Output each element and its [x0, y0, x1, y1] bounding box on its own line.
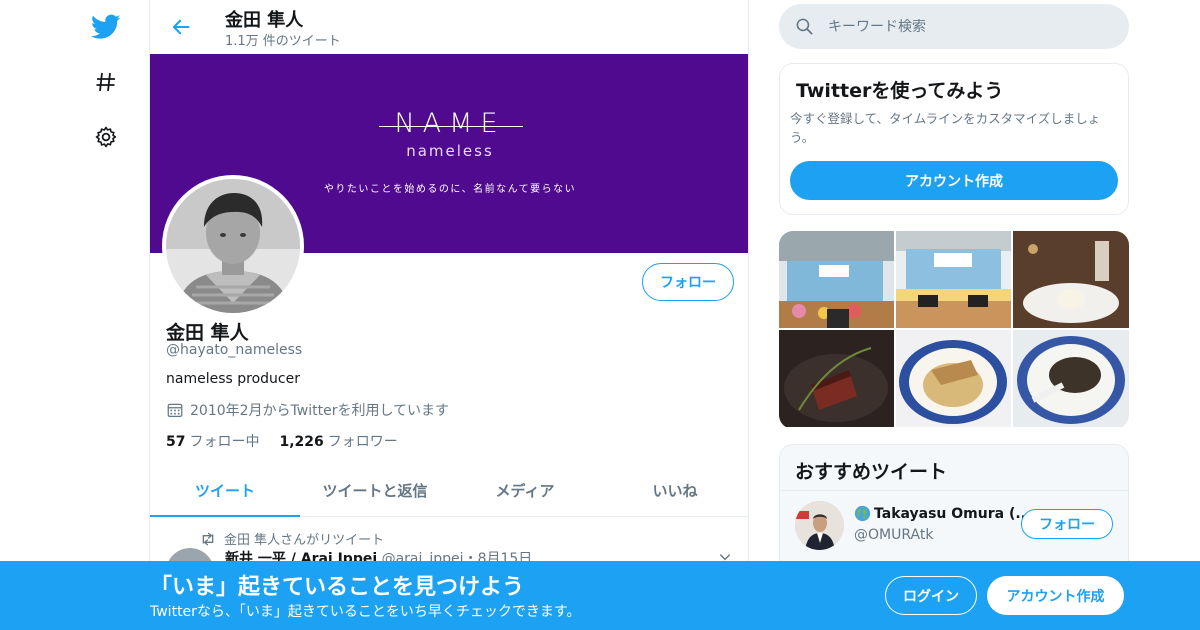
header-profile-name: 金田 隼人: [225, 10, 304, 31]
login-button[interactable]: ログイン: [885, 576, 977, 615]
profile-header-bar: 金田 隼人 1.1万 件のツイート: [150, 0, 748, 54]
following-label: フォロー中: [189, 434, 260, 450]
back-button[interactable]: [166, 12, 196, 42]
tab-media[interactable]: メディア: [450, 465, 600, 516]
followers-link[interactable]: 1,226 フォロワー: [279, 431, 397, 451]
following-link[interactable]: 57 フォロー中: [166, 431, 259, 451]
following-count: 57: [166, 434, 186, 450]
pasta-photo[interactable]: [896, 330, 1011, 427]
event-stage-photo[interactable]: [896, 231, 1011, 328]
recommended-user-name[interactable]: Takayasu Omura (...: [854, 505, 1031, 522]
recommended-user-name-text: Takayasu Omura (...: [874, 505, 1032, 522]
dessert-photo[interactable]: [1013, 231, 1129, 328]
profile-name: 金田 隼人: [166, 322, 249, 344]
hashtag-icon: [96, 72, 115, 92]
media-grid: [779, 231, 1129, 429]
steak-photo[interactable]: [779, 330, 894, 427]
signup-card-title: Twitterを使ってみよう: [796, 80, 1004, 102]
followers-label: フォロワー: [327, 434, 398, 450]
profile-tabs: ツイート ツイートと返信 メディア いいね: [150, 465, 748, 517]
tab-tweets[interactable]: ツイート: [150, 465, 300, 517]
settings-button[interactable]: [86, 117, 126, 157]
profile-photo: [166, 179, 300, 313]
twitter-logo-button[interactable]: [86, 7, 126, 47]
retweet-icon: [202, 532, 214, 545]
recommended-follow-button[interactable]: フォロー: [1021, 509, 1113, 539]
globe-emoji-icon: [854, 505, 871, 522]
recommended-title: おすすめツイート: [795, 461, 948, 483]
signup-banner-subtitle: Twitterなら、「いま」起きていることをいち早くチェックできます。: [150, 604, 581, 620]
recommended-user-avatar[interactable]: [795, 501, 844, 550]
follow-button[interactable]: フォロー: [642, 263, 734, 301]
recommended-user-handle[interactable]: @OMURAtk: [854, 527, 933, 543]
tab-tweets-and-replies[interactable]: ツイートと返信: [300, 465, 450, 516]
tab-likes[interactable]: いいね: [600, 465, 748, 516]
event-stage-photo[interactable]: [779, 231, 894, 328]
banner-tagline: やりたいことを始めるのに、名前なんて要らない: [323, 184, 577, 195]
header-tweet-count: 1.1万 件のツイート: [225, 34, 341, 49]
profile-stats: 57 フォロー中 1,226 フォロワー: [166, 431, 398, 451]
create-account-button[interactable]: アカウント作成: [790, 161, 1118, 200]
signup-banner-bar: 「いま」起きていることを見つけよう Twitterなら、「いま」起きていることを…: [0, 561, 1200, 630]
search-icon: [796, 18, 813, 35]
calendar-icon: [167, 403, 183, 418]
arrow-left-icon: [172, 19, 190, 35]
gear-icon: [95, 126, 117, 148]
dish-photo[interactable]: [1013, 330, 1129, 427]
profile-handle: @hayato_nameless: [166, 342, 303, 358]
banner-logo-subtext: nameless: [406, 142, 494, 160]
search-input[interactable]: [828, 18, 1088, 35]
divider: [780, 490, 1128, 491]
twitter-bird-icon: [91, 14, 121, 39]
banner-logo-text: NAME: [394, 108, 506, 139]
left-nav-rail: [0, 0, 150, 630]
signup-card-description: 今すぐ登録して、タイムラインをカスタマイズしましょう。: [790, 111, 1101, 145]
signup-card: Twitterを使ってみよう 今すぐ登録して、タイムラインをカスタマイズしましょ…: [779, 63, 1129, 215]
signup-banner-title: 「いま」起きていることを見つけよう: [150, 575, 525, 600]
user-photo: [795, 501, 844, 550]
profile-avatar[interactable]: [162, 175, 304, 317]
followers-count: 1,226: [279, 434, 324, 450]
profile-joined-date: 2010年2月からTwitterを利用しています: [166, 400, 449, 420]
search-box[interactable]: [779, 4, 1129, 49]
retweet-note: 金田 隼人さんがリツイート: [224, 533, 385, 548]
signup-button[interactable]: アカウント作成: [987, 576, 1124, 615]
profile-column: 金田 隼人 1.1万 件のツイート NAME nameless やりたいことを始…: [149, 0, 749, 630]
joined-text: 2010年2月からTwitterを利用しています: [190, 403, 450, 419]
explore-button[interactable]: [86, 62, 126, 102]
retweet-indicator: 金田 隼人さんがリツイート: [200, 529, 384, 548]
banner-logo-strike: [379, 126, 523, 127]
profile-bio: nameless producer: [166, 371, 300, 387]
